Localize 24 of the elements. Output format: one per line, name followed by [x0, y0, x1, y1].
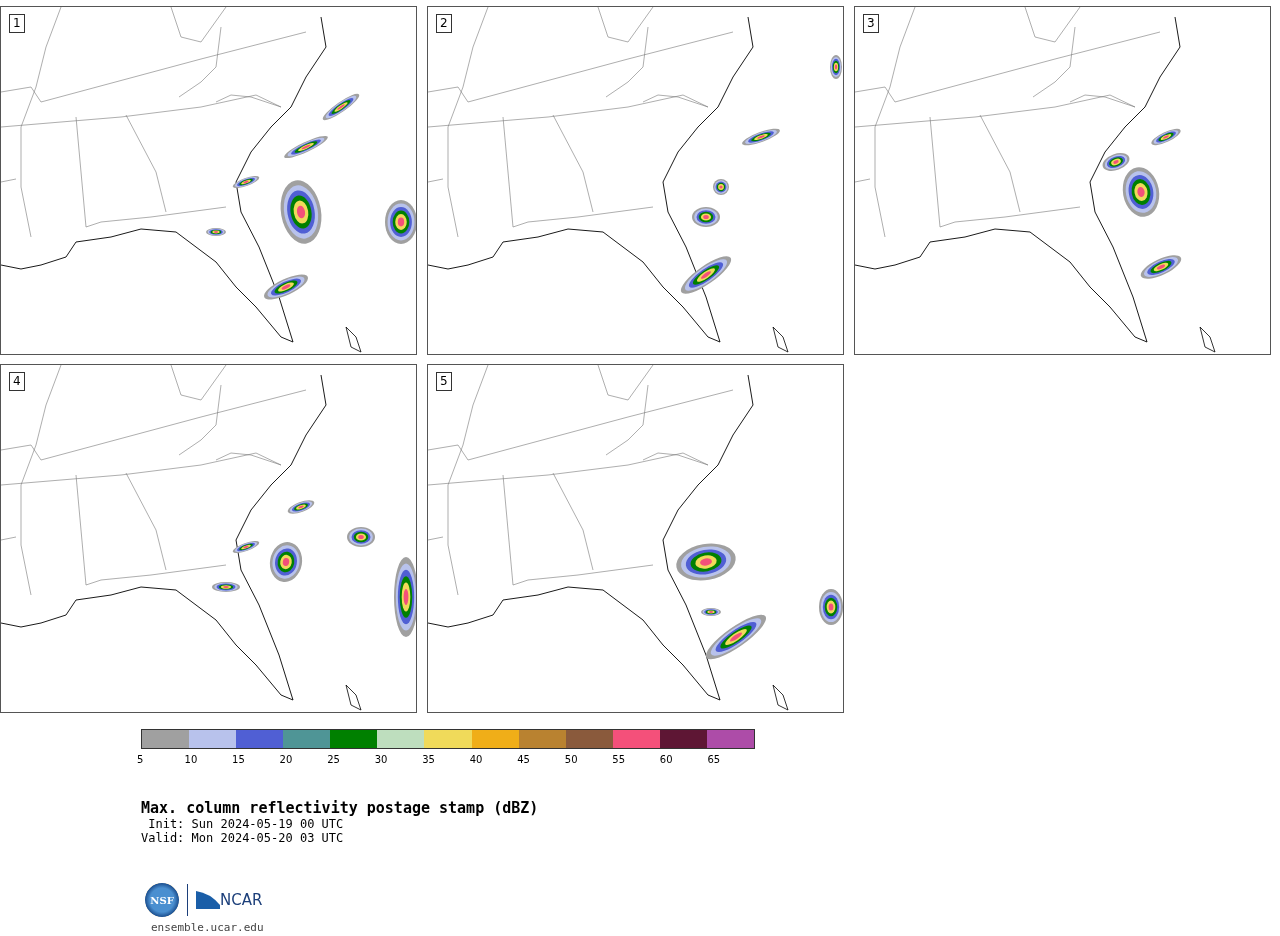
tick-label: 60 [659, 754, 673, 765]
panel-number: 1 [9, 14, 25, 33]
tick-label: 25 [327, 754, 340, 765]
panel-number: 2 [436, 14, 452, 33]
valid-time: Valid: Mon 2024-05-20 03 UTC [141, 831, 345, 845]
tick-label: 55 [612, 754, 626, 765]
tick-label: 45 [517, 754, 530, 765]
panel-number: 4 [9, 372, 25, 391]
site-url: ensemble.ucar.edu [151, 921, 265, 934]
tick-label: 20 [279, 754, 293, 765]
panel-number: 3 [863, 14, 879, 33]
init-time: Init: Sun 2024-05-19 00 UTC [147, 817, 345, 831]
tick-label: 15 [232, 754, 245, 765]
tick-label: 10 [184, 754, 198, 765]
chart-title: Max. column reflectivity postage stamp (dBZ) [141, 799, 540, 817]
ncar-logo: NCAR [196, 891, 263, 909]
tick-label: 30 [374, 754, 388, 765]
tick-label: 40 [469, 754, 483, 765]
tick-label: 50 [564, 754, 578, 765]
panel-number: 5 [436, 372, 452, 391]
tick-label: 5 [137, 754, 144, 765]
tick-label: 65 [707, 754, 721, 765]
tick-label: 35 [422, 754, 435, 765]
nsf-logo: NSF [145, 883, 179, 917]
